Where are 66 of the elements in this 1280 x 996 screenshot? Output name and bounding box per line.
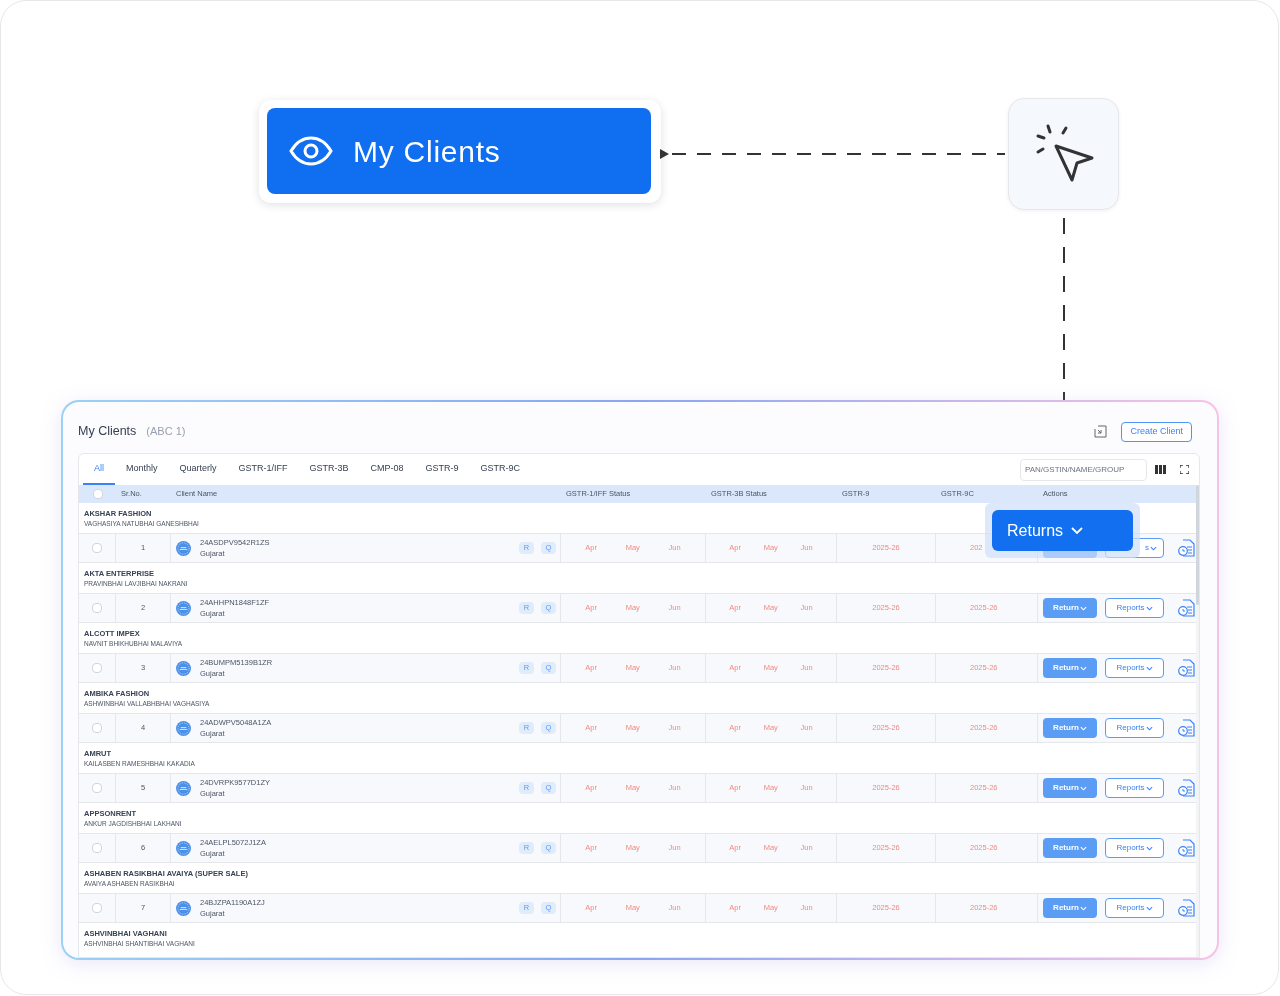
- chevron-down-icon: [1079, 785, 1087, 791]
- seal-icon: [176, 900, 191, 916]
- document-clock-icon[interactable]: [1178, 599, 1195, 617]
- chevron-down-icon: [1079, 605, 1087, 611]
- chevron-down-icon: [1145, 905, 1153, 911]
- seal-icon: [176, 600, 191, 616]
- chevron-down-icon: [1079, 665, 1087, 671]
- eye-icon: [289, 136, 333, 166]
- tab[interactable]: Monthly: [115, 454, 169, 485]
- seal-icon: [176, 660, 191, 676]
- document-clock-icon[interactable]: [1178, 779, 1195, 797]
- scrollbar-thumb[interactable]: [1196, 485, 1199, 605]
- chevron-down-icon: [1145, 845, 1153, 851]
- fullscreen-icon[interactable]: [1180, 465, 1189, 474]
- seal-icon: [176, 720, 191, 736]
- panel-subtitle: (ABC 1): [146, 424, 186, 440]
- panel-title: My Clients: [78, 423, 137, 441]
- seal-icon: [176, 840, 191, 856]
- checkbox[interactable]: [92, 903, 102, 913]
- returns-button[interactable]: Returns: [992, 510, 1133, 551]
- checkbox[interactable]: [92, 843, 102, 853]
- reports-button[interactable]: Reports: [1105, 658, 1164, 678]
- reports-button[interactable]: Reports: [1105, 838, 1164, 858]
- chevron-down-icon: [1150, 545, 1157, 551]
- checkbox[interactable]: [92, 603, 102, 613]
- return-button[interactable]: Return: [1043, 658, 1097, 678]
- reports-button[interactable]: Reports: [1105, 778, 1164, 798]
- chevron-down-icon: [1145, 665, 1153, 671]
- document-clock-icon[interactable]: [1178, 839, 1195, 857]
- chevron-down-icon: [1079, 905, 1087, 911]
- return-button[interactable]: Return: [1043, 778, 1097, 798]
- tab[interactable]: GSTR-3B: [298, 454, 360, 485]
- return-button[interactable]: Return: [1043, 718, 1097, 738]
- document-clock-icon[interactable]: [1178, 659, 1195, 677]
- chevron-down-icon: [1145, 725, 1153, 731]
- columns-icon[interactable]: [1155, 465, 1166, 474]
- tab[interactable]: GSTR-1/IFF: [227, 454, 299, 485]
- return-button[interactable]: Return: [1043, 598, 1097, 618]
- reports-button[interactable]: Reports: [1105, 598, 1164, 618]
- tab[interactable]: CMP-08: [359, 454, 415, 485]
- seal-icon: [176, 540, 191, 556]
- return-button[interactable]: Return: [1043, 838, 1097, 858]
- tab[interactable]: GSTR-9: [414, 454, 470, 485]
- reports-button[interactable]: Reports: [1105, 898, 1164, 918]
- search-field[interactable]: PAN/GSTIN/NAME/GROUP: [1020, 458, 1147, 481]
- chevron-down-icon: [1079, 725, 1087, 731]
- checkbox[interactable]: [92, 543, 102, 553]
- checkbox[interactable]: [92, 783, 102, 793]
- callout-label: My Clients: [353, 133, 501, 170]
- import-icon[interactable]: [1094, 425, 1108, 438]
- chevron-down-icon: [1079, 845, 1087, 851]
- tab[interactable]: GSTR-9C: [469, 454, 532, 485]
- tab[interactable]: Quarterly: [168, 454, 228, 485]
- chevron-down-icon: [1145, 605, 1153, 611]
- document-clock-icon[interactable]: [1178, 899, 1195, 917]
- reports-button[interactable]: Reports: [1105, 718, 1164, 738]
- chevron-down-icon: [1145, 785, 1153, 791]
- document-clock-icon[interactable]: [1178, 539, 1195, 557]
- document-clock-icon[interactable]: [1178, 719, 1195, 737]
- seal-icon: [176, 780, 191, 796]
- return-button[interactable]: Return: [1043, 898, 1097, 918]
- chevron-down-icon: [1071, 526, 1084, 535]
- create-client-button[interactable]: Create Client: [1121, 421, 1192, 442]
- checkbox[interactable]: [92, 663, 102, 673]
- checkbox[interactable]: [92, 723, 102, 733]
- checkbox[interactable]: [92, 489, 103, 499]
